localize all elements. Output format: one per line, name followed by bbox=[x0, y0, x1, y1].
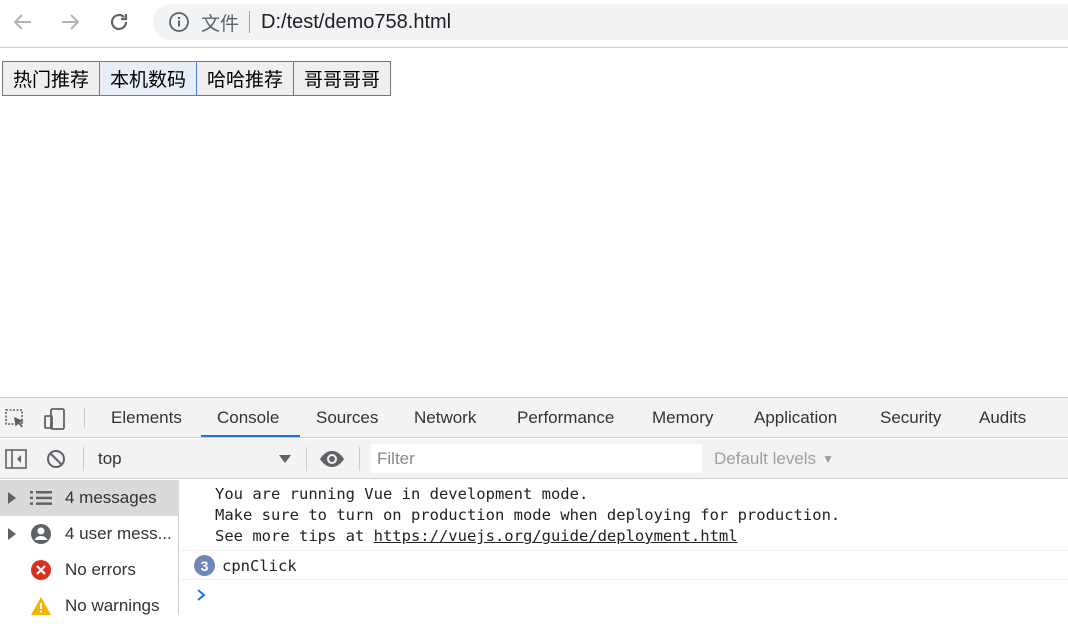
reload-button[interactable] bbox=[104, 7, 134, 37]
devtools-tabbar: Elements Console Sources Network Perform… bbox=[0, 398, 1068, 438]
console-message-vue: You are running Vue in development mode.… bbox=[180, 480, 1068, 551]
tab-elements[interactable]: Elements bbox=[111, 398, 182, 438]
context-value: top bbox=[98, 449, 122, 468]
console-prompt-icon[interactable] bbox=[194, 585, 214, 605]
button-haha-recommend[interactable]: 哈哈推荐 bbox=[196, 61, 295, 96]
inspect-element-icon[interactable] bbox=[4, 407, 28, 431]
button-hot-recommend[interactable]: 热门推荐 bbox=[2, 61, 101, 96]
tab-memory[interactable]: Memory bbox=[652, 398, 713, 438]
toolbar-divider bbox=[306, 447, 307, 471]
sidebar-item-label: No warnings bbox=[65, 596, 160, 615]
tab-sources[interactable]: Sources bbox=[316, 398, 378, 438]
button-local-digital[interactable]: 本机数码 bbox=[99, 61, 198, 96]
console-text: See more tips at bbox=[215, 527, 374, 545]
warning-icon bbox=[29, 594, 53, 618]
tab-console[interactable]: Console bbox=[217, 398, 279, 438]
button-gege[interactable]: 哥哥哥哥 bbox=[293, 61, 392, 96]
toolbar-divider bbox=[359, 447, 360, 471]
toolbar-divider bbox=[84, 408, 85, 428]
expand-arrow-icon[interactable] bbox=[1, 492, 23, 504]
toolbar-divider bbox=[83, 447, 84, 471]
info-icon[interactable] bbox=[168, 11, 190, 33]
file-scheme-label: 文件 bbox=[201, 12, 240, 35]
dropdown-caret-icon bbox=[279, 455, 291, 463]
eye-icon[interactable] bbox=[318, 447, 346, 471]
error-icon bbox=[29, 558, 53, 582]
console-text: Make sure to turn on production mode whe… bbox=[215, 506, 841, 524]
arrow-left-icon bbox=[13, 14, 31, 30]
vue-deployment-link[interactable]: https://vuejs.org/guide/deployment.html bbox=[374, 527, 738, 545]
address-separator bbox=[249, 11, 251, 33]
tab-network[interactable]: Network bbox=[414, 398, 476, 438]
reload-icon bbox=[110, 13, 128, 31]
console-message-log: 3 cpnClick bbox=[180, 552, 1068, 580]
sidebar-item-label: 4 messages bbox=[65, 488, 157, 507]
page-viewport: 热门推荐 本机数码 哈哈推荐 哥哥哥哥 bbox=[0, 49, 1068, 397]
forward-button[interactable] bbox=[55, 7, 85, 37]
sidebar-item-label: No errors bbox=[65, 560, 136, 579]
repeat-count-badge: 3 bbox=[194, 555, 215, 576]
sidebar-toggle-icon[interactable] bbox=[4, 448, 28, 470]
browser-toolbar: 文件 D:/test/demo758.html bbox=[0, 0, 1068, 48]
sidebar-item-label: 4 user mess... bbox=[65, 524, 172, 543]
tab-performance[interactable]: Performance bbox=[517, 398, 614, 438]
console-output: You are running Vue in development mode.… bbox=[180, 480, 1068, 615]
console-toolbar: top Default levels ▼ bbox=[0, 439, 1068, 479]
url-text[interactable]: D:/test/demo758.html bbox=[261, 11, 451, 34]
filter-input[interactable] bbox=[371, 444, 702, 473]
sidebar-item-warnings[interactable]: No warnings bbox=[0, 588, 179, 624]
console-text: You are running Vue in development mode. bbox=[215, 485, 589, 503]
tab-security[interactable]: Security bbox=[880, 398, 941, 438]
context-selector[interactable]: top bbox=[92, 445, 295, 473]
devtools-panel: Elements Console Sources Network Perform… bbox=[0, 397, 1068, 615]
tab-application[interactable]: Application bbox=[754, 398, 837, 438]
arrow-right-icon bbox=[62, 14, 80, 30]
device-toggle-icon[interactable] bbox=[43, 407, 67, 431]
clear-console-icon[interactable] bbox=[44, 447, 68, 471]
log-levels-label: Default levels bbox=[714, 449, 817, 468]
sidebar-item-messages[interactable]: 4 messages bbox=[0, 480, 179, 516]
list-icon bbox=[29, 486, 53, 510]
user-icon bbox=[29, 522, 53, 546]
sidebar-item-user-messages[interactable]: 4 user mess... bbox=[0, 516, 179, 552]
expand-arrow-icon[interactable] bbox=[1, 528, 23, 540]
console-text: cpnClick bbox=[222, 556, 297, 575]
active-tab-indicator bbox=[201, 435, 300, 437]
address-bar[interactable]: 文件 D:/test/demo758.html bbox=[153, 4, 1068, 40]
component-button-row: 热门推荐 本机数码 哈哈推荐 哥哥哥哥 bbox=[2, 61, 392, 96]
sidebar-item-errors[interactable]: No errors bbox=[0, 552, 179, 588]
tab-audits[interactable]: Audits bbox=[979, 398, 1026, 438]
log-levels-dropdown[interactable]: Default levels ▼ bbox=[714, 445, 834, 473]
back-button[interactable] bbox=[8, 7, 38, 37]
console-sidebar: 4 messages 4 user mess... No errors No w… bbox=[0, 480, 179, 615]
dropdown-caret-icon: ▼ bbox=[822, 452, 834, 466]
